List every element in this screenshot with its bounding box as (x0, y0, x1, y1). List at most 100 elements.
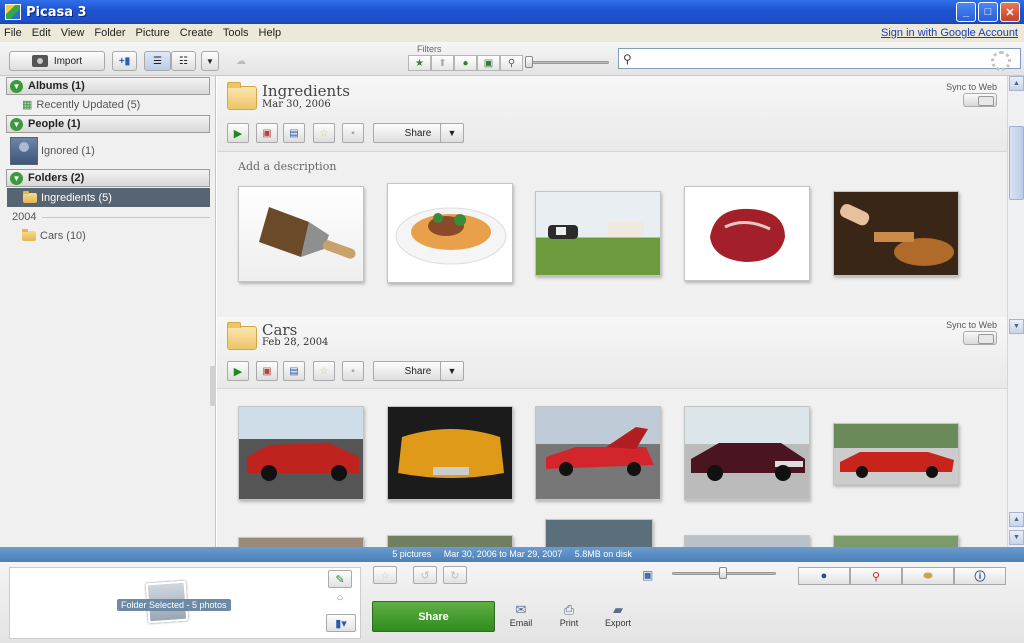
menu-create[interactable]: Create (180, 27, 213, 39)
geotag-filter-button[interactable]: ⚲ (500, 55, 523, 71)
share-dropdown-button[interactable]: ▼ (440, 361, 464, 381)
photo-thumbnail[interactable] (535, 406, 661, 500)
sidebar-item-cars[interactable]: Cars (10) (22, 229, 86, 242)
section-title[interactable]: Ingredients (262, 82, 350, 100)
info-button[interactable]: ⓘ (954, 567, 1006, 585)
folders-section-header[interactable]: ▼ Folders (2) (6, 169, 210, 187)
search-box: ⚲ (618, 48, 1021, 69)
sidebar-item-ingredients[interactable]: Ingredients (5) (7, 188, 210, 207)
slideshow-button[interactable]: ▶ (227, 361, 249, 381)
rotate-right-button[interactable]: ↻ (443, 566, 467, 584)
share-dropdown-button[interactable]: ▼ (440, 123, 464, 143)
play-icon: ▶ (233, 127, 243, 140)
web-album-button[interactable]: ☁ (226, 51, 256, 71)
photo-thumbnail[interactable] (545, 519, 653, 547)
add-description-field[interactable]: Add a description (238, 160, 336, 173)
search-input[interactable] (639, 50, 1017, 67)
import-button[interactable]: Import (9, 51, 105, 71)
movie-button[interactable]: ▤ (283, 123, 305, 143)
photo-thumbnail[interactable] (387, 535, 513, 547)
sync-to-web-toggle[interactable] (963, 93, 997, 107)
sidebar-item-recently-updated[interactable]: ▦ Recently Updated (5) (22, 98, 140, 112)
menu-help[interactable]: Help (259, 27, 282, 39)
photo-thumbnail[interactable] (238, 537, 364, 547)
sync-to-web-toggle[interactable] (963, 331, 997, 345)
photo-thumbnail[interactable] (684, 186, 810, 281)
picasa-app-icon (5, 4, 21, 20)
menu-edit[interactable]: Edit (32, 27, 51, 39)
faces-filter-button[interactable]: ● (454, 55, 477, 71)
star-filter-button[interactable]: ★ (408, 55, 431, 71)
sign-in-link[interactable]: Sign in with Google Account (881, 27, 1018, 39)
import-label: Import (53, 55, 83, 67)
thumbnail-size-slider-knob[interactable] (719, 567, 727, 579)
menu-view[interactable]: View (61, 27, 85, 39)
album-add-button[interactable]: ▮▾ (326, 614, 356, 632)
panel-resize-handle[interactable] (210, 366, 216, 406)
photo-thumbnail[interactable] (238, 406, 364, 500)
disk-icon: ▪ (351, 127, 355, 139)
scroll-thumb[interactable] (1009, 126, 1024, 200)
photo-thumbnail[interactable] (833, 191, 959, 276)
photo-thumbnail[interactable] (238, 186, 364, 282)
photo-thumbnail[interactable] (387, 183, 513, 283)
star-button[interactable]: ☆ (313, 123, 335, 143)
list-view-button[interactable]: ☰ (144, 51, 171, 71)
photo-thumbnail[interactable] (833, 423, 959, 485)
sidebar-item-ignored[interactable]: Ignored (1) (41, 145, 95, 157)
photo-thumbnail[interactable] (833, 535, 959, 547)
scroll-down-arrow-icon[interactable]: ▼ (1009, 319, 1024, 334)
albums-section-header[interactable]: ▼ Albums (1) (6, 77, 210, 95)
loading-spinner-icon (991, 51, 1011, 71)
people-section-header[interactable]: ▼ People (1) (6, 115, 210, 133)
menu-file[interactable]: File (4, 27, 22, 39)
scroll-up-arrow-icon[interactable]: ▲ (1009, 76, 1024, 91)
photo-thumbnail[interactable] (684, 406, 810, 500)
view-dropdown-button[interactable]: ▼ (201, 51, 219, 71)
people-button[interactable]: ● (798, 567, 850, 585)
share-label: Share (404, 127, 432, 139)
tags-button[interactable]: ⬬ (902, 567, 954, 585)
movie-button[interactable]: ▤ (283, 361, 305, 381)
menu-tools[interactable]: Tools (223, 27, 249, 39)
star-button[interactable]: ☆ (313, 361, 335, 381)
rotate-left-button[interactable]: ↺ (413, 566, 437, 584)
minimize-button[interactable]: _ (956, 2, 976, 22)
email-button[interactable]: ✉ Email (507, 602, 535, 628)
hold-button[interactable]: ✎ (328, 570, 352, 588)
scroll-down-arrow-icon[interactable]: ▼ (1009, 530, 1024, 545)
maximize-button[interactable]: □ (978, 2, 998, 22)
photo-thumbnail[interactable] (535, 191, 661, 276)
export-button[interactable]: ▰ Export (602, 602, 634, 628)
photo-library-view: Ingredients Mar 30, 2006 Sync to Web ▶ ▣… (217, 76, 1007, 547)
scroll-up-arrow-icon[interactable]: ▲ (1009, 512, 1024, 527)
star-button[interactable]: ☆ (373, 566, 397, 584)
photo-thumbnail[interactable] (684, 535, 810, 547)
close-button[interactable]: ✕ (1000, 2, 1020, 22)
zoom-icon: ▣ (642, 568, 654, 582)
menu-folder[interactable]: Folder (94, 27, 125, 39)
uploaded-filter-button[interactable]: ⬆ (431, 55, 454, 71)
save-button[interactable]: ▪ (342, 123, 364, 143)
collage-button[interactable]: ▣ (256, 123, 278, 143)
export-folder-icon: ▰ (613, 602, 623, 617)
vertical-scrollbar[interactable]: ▲ ▼ ▲ ▼ (1007, 76, 1024, 547)
places-button[interactable]: ⚲ (850, 567, 902, 585)
date-filter-slider-knob[interactable] (525, 56, 533, 68)
date-filter-slider[interactable] (527, 61, 609, 64)
map-pin-icon: ⚲ (507, 57, 516, 69)
tree-view-button[interactable]: ☷ (171, 51, 196, 71)
section-date: Feb 28, 2004 (262, 337, 329, 348)
avatar[interactable] (10, 137, 38, 165)
clear-button[interactable]: ○ (328, 589, 352, 607)
add-to-album-button[interactable]: +▮ (112, 51, 137, 71)
photo-tray: Folder Selected - 5 photos (9, 567, 361, 639)
print-button[interactable]: ⎙ Print (555, 602, 583, 628)
photo-thumbnail[interactable] (387, 406, 513, 500)
slideshow-button[interactable]: ▶ (227, 123, 249, 143)
save-button[interactable]: ▪ (342, 361, 364, 381)
movies-filter-button[interactable]: ▣ (477, 55, 500, 71)
share-button[interactable]: Share (372, 601, 495, 632)
menu-picture[interactable]: Picture (136, 27, 170, 39)
collage-button[interactable]: ▣ (256, 361, 278, 381)
